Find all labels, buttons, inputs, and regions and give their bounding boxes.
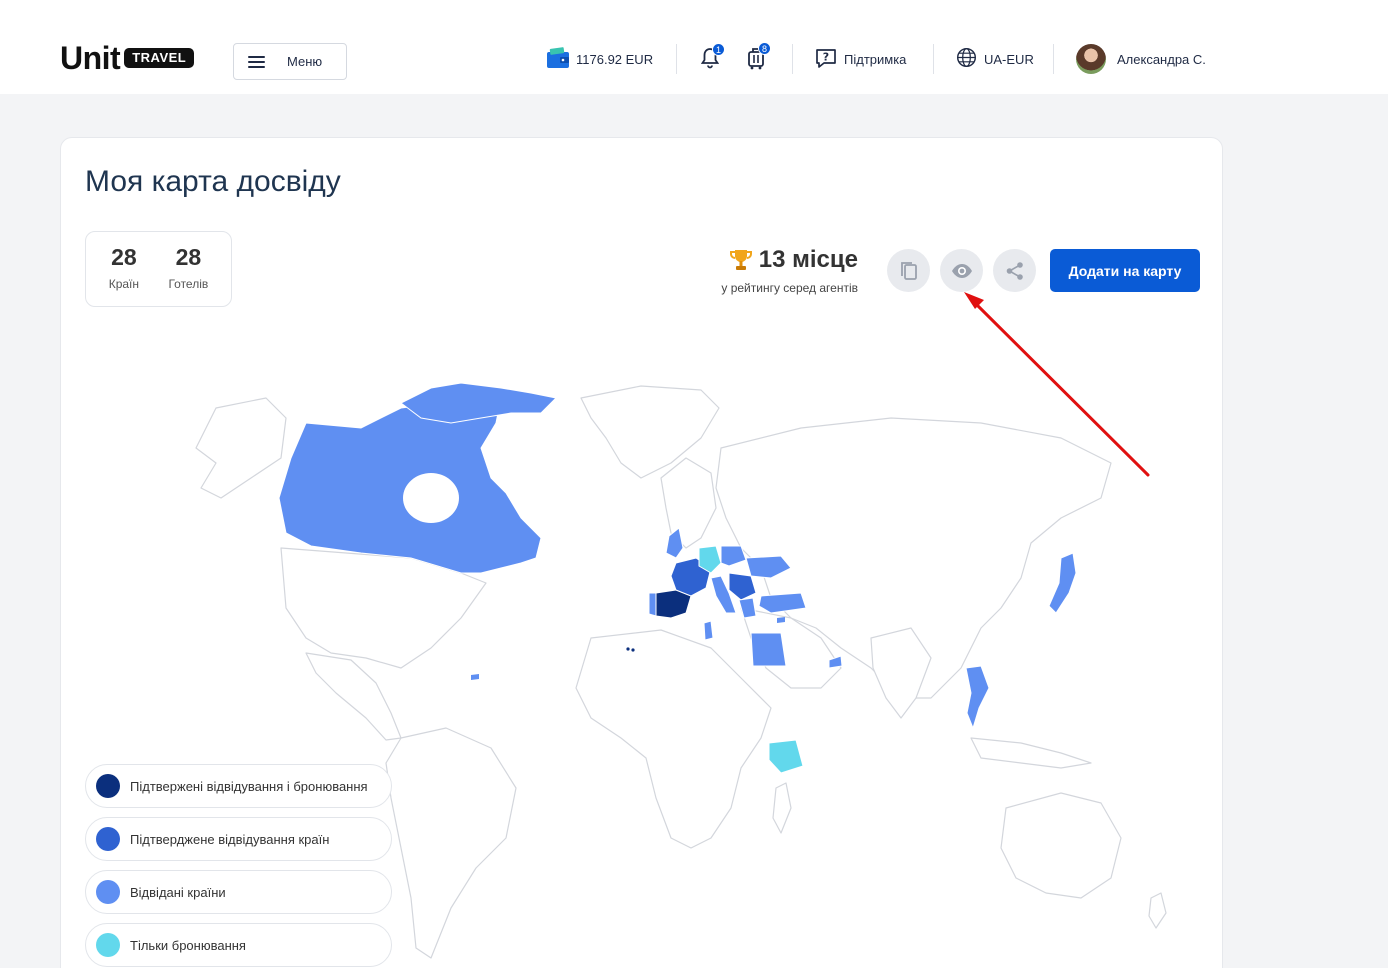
header-divider — [676, 44, 677, 74]
header-divider — [792, 44, 793, 74]
copy-button[interactable] — [887, 249, 930, 292]
legend-dot — [96, 774, 120, 798]
legend-item-bookings-only: Тільки бронювання — [85, 923, 392, 967]
map-country-mexico[interactable] — [305, 652, 402, 741]
map-country-tanzania[interactable] — [768, 739, 804, 774]
stat-value: 28 — [111, 244, 137, 270]
map-country-madagascar[interactable] — [772, 782, 792, 834]
copy-icon — [900, 261, 917, 280]
avatar — [1076, 44, 1106, 74]
legend-label: Відвідані країни — [130, 884, 226, 900]
map-country-poland[interactable] — [720, 545, 747, 567]
notifications-button[interactable]: 1 — [700, 42, 725, 74]
map-region-indonesia[interactable] — [970, 737, 1092, 769]
wallet-icon — [546, 46, 570, 72]
locale-label: UA-EUR — [984, 51, 1034, 67]
stat-label: Готелів — [168, 277, 209, 291]
map-continent-africa[interactable] — [575, 629, 772, 849]
map-hudson-bay — [403, 473, 459, 523]
map-country-egypt[interactable] — [750, 632, 787, 667]
legend-label: Тільки бронювання — [130, 937, 246, 953]
stat-hotels: 28 Готелів — [168, 244, 208, 306]
legend-item-confirmed-visits: Підтверджене відвідування країн — [85, 817, 392, 861]
header-divider — [1053, 44, 1054, 74]
svg-text:?: ? — [823, 50, 829, 63]
page-title: Моя карта досвіду — [85, 165, 341, 198]
stat-countries: 28 Країн — [109, 244, 139, 306]
bell-icon: 1 — [700, 42, 725, 72]
map-country-balkans[interactable] — [728, 572, 757, 601]
map-country-australia[interactable] — [1000, 792, 1122, 899]
legend-item-confirmed-visits-bookings: Підтвержені відвідування і бронювання — [85, 764, 392, 808]
stat-label: Країн — [108, 277, 140, 291]
user-name: Александра С. — [1117, 51, 1206, 67]
share-icon — [1006, 261, 1023, 280]
menu-button[interactable]: Меню — [233, 43, 347, 80]
support-button[interactable]: ? Підтримка — [814, 44, 906, 74]
legend-label: Підтвержені відвідування і бронювання — [130, 778, 368, 794]
luggage-icon: 8 — [747, 41, 771, 73]
legend-item-visited: Відвідані країни — [85, 870, 392, 914]
globe-icon — [956, 47, 977, 71]
rank-subtitle: у рейтингу серед агентів — [721, 281, 858, 295]
map-country-dominican-republic[interactable] — [471, 674, 479, 680]
logo-travel-text: TRAVEL — [124, 48, 195, 68]
map-country-japan[interactable] — [1048, 552, 1077, 614]
legend-label: Підтверджене відвідування країн — [130, 831, 330, 847]
stat-value: 28 — [175, 244, 202, 270]
balance-value: 1176.92 EUR — [576, 51, 654, 67]
support-label: Підтримка — [844, 51, 907, 67]
balance[interactable]: 1176.92 EUR — [546, 44, 653, 74]
legend-dot — [96, 880, 120, 904]
map-country-canary-islands[interactable] — [626, 647, 630, 651]
map-country-canary-islands[interactable] — [631, 648, 635, 652]
add-to-map-button[interactable]: Додати на карту — [1050, 249, 1200, 292]
bookings-button[interactable]: 8 — [747, 41, 771, 74]
hamburger-icon — [248, 55, 265, 68]
support-icon: ? — [814, 46, 838, 73]
map-country-canada-islands[interactable] — [400, 382, 558, 424]
legend-dot — [96, 827, 120, 851]
rank-place: 13 місце — [758, 246, 858, 273]
view-button[interactable] — [940, 249, 983, 292]
top-header: Unit TRAVEL Меню 1176.92 EUR 1 8 ? Підтр… — [0, 0, 1388, 94]
map-country-greece[interactable] — [738, 597, 757, 619]
bookings-badge: 8 — [758, 41, 771, 55]
map-country-thailand[interactable] — [965, 665, 990, 730]
header-divider — [933, 44, 934, 74]
eye-icon — [951, 263, 972, 278]
notifications-badge: 1 — [712, 42, 725, 56]
trophy-icon — [729, 250, 752, 270]
legend-dot — [96, 933, 120, 957]
experience-map-card: Моя карта досвіду 28 Країн 28 Готелів 13… — [60, 137, 1223, 968]
map-country-alaska[interactable] — [195, 397, 287, 499]
map-continent-south-america[interactable] — [385, 727, 517, 959]
logo-unit-text: Unit — [60, 40, 121, 76]
map-region-scandinavia[interactable] — [660, 457, 717, 549]
stats-box: 28 Країн 28 Готелів — [85, 231, 232, 307]
map-country-new-zealand[interactable] — [1148, 892, 1167, 929]
map-country-cyprus[interactable] — [777, 617, 785, 623]
rating-block: 13 місце у рейтингу серед агентів — [721, 246, 858, 295]
logo[interactable]: Unit TRAVEL — [60, 40, 195, 76]
map-country-tunisia[interactable] — [703, 620, 714, 641]
user-profile[interactable]: Александра С. — [1076, 44, 1206, 74]
map-country-greenland[interactable] — [580, 385, 720, 479]
map-country-portugal[interactable] — [648, 592, 657, 617]
share-button[interactable] — [993, 249, 1036, 292]
locale-selector[interactable]: UA-EUR — [956, 44, 1034, 74]
menu-label: Меню — [287, 54, 323, 69]
